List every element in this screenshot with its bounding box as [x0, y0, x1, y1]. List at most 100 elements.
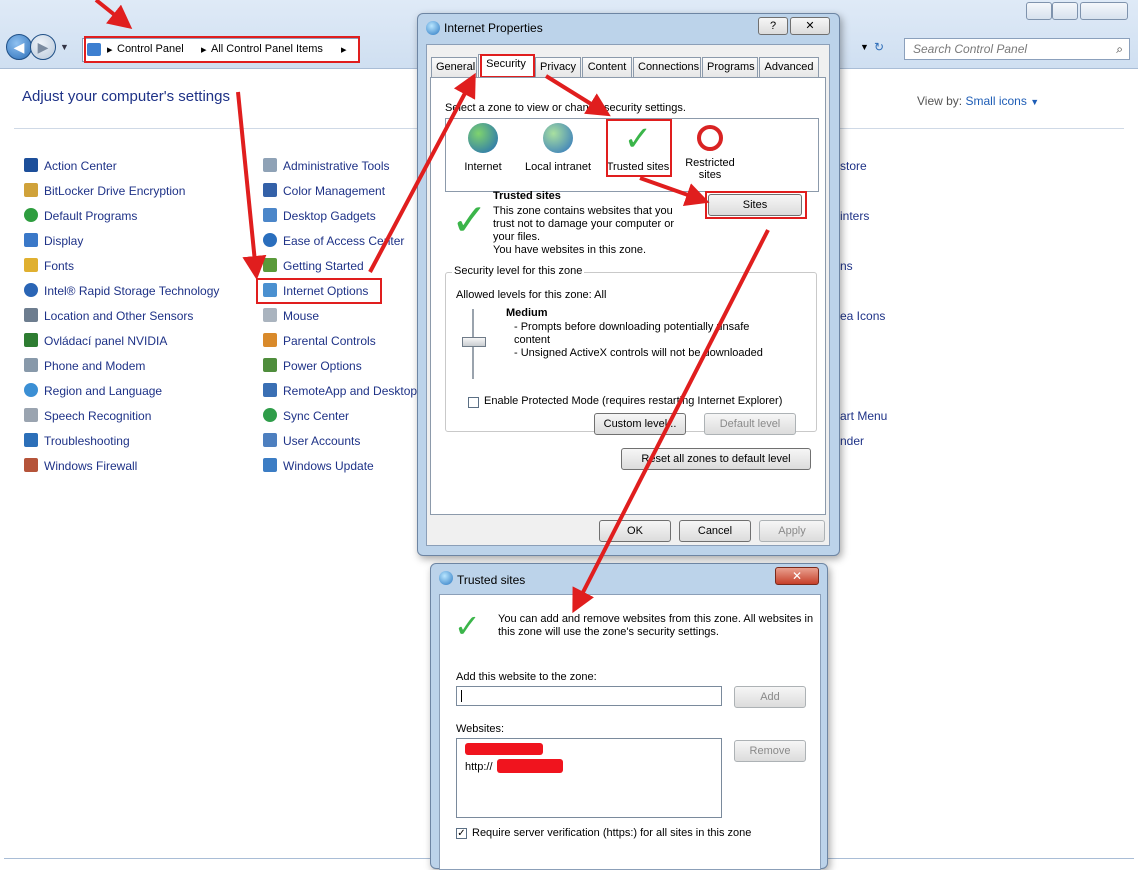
intranet-icon	[543, 123, 573, 153]
cp-item-location-sensors[interactable]: Location and Other Sensors	[24, 307, 193, 325]
restricted-icon	[697, 125, 723, 151]
tab-advanced[interactable]: Advanced	[759, 57, 819, 77]
tab-connections[interactable]: Connections	[633, 57, 701, 77]
search-placeholder: Search Control Panel	[913, 42, 1028, 56]
view-by-dropdown[interactable]: Small icons	[965, 94, 1026, 108]
lock-icon	[24, 183, 38, 197]
cp-item-troubleshooting[interactable]: Troubleshooting	[24, 432, 130, 450]
internet-properties-icon	[426, 21, 440, 35]
microphone-icon	[24, 408, 38, 422]
cp-item-power-options[interactable]: Power Options	[263, 357, 362, 375]
custom-level-button[interactable]: Custom level...	[594, 413, 686, 435]
zone-local-intranet[interactable]: Local intranet	[522, 123, 594, 185]
protected-mode-checkbox[interactable]	[468, 397, 479, 408]
accessibility-icon	[263, 233, 277, 247]
close-button[interactable]: ✕	[790, 17, 830, 35]
add-website-input[interactable]	[456, 686, 722, 706]
phone-icon	[24, 358, 38, 372]
cp-item-color-management[interactable]: Color Management	[263, 182, 385, 200]
globe-icon	[24, 383, 38, 397]
cp-item-speech[interactable]: Speech Recognition	[24, 407, 151, 425]
chevron-down-icon[interactable]: ▼	[60, 42, 69, 52]
cp-item-partial[interactable]: ea Icons	[840, 307, 885, 325]
security-tab-highlight	[480, 54, 535, 78]
intel-icon	[24, 283, 38, 297]
refresh-icon[interactable]: ↻	[874, 40, 896, 58]
reset-zones-button[interactable]: Reset all zones to default level	[621, 448, 811, 470]
cp-item-parental-controls[interactable]: Parental Controls	[263, 332, 376, 350]
monitor-icon	[24, 233, 38, 247]
cp-item-partial[interactable]: inters	[840, 207, 869, 225]
apply-button[interactable]: Apply	[759, 520, 825, 542]
zone-list[interactable]: Internet Local intranet ✓ Trusted sites …	[445, 118, 819, 192]
zone-restricted-sites[interactable]: Restricted sites	[678, 123, 742, 185]
cp-item-ease-of-access[interactable]: Ease of Access Center	[263, 232, 404, 250]
search-icon[interactable]: ⌕	[1116, 39, 1123, 59]
cp-item-sync-center[interactable]: Sync Center	[263, 407, 349, 425]
text-cursor	[461, 690, 462, 702]
close-button[interactable]	[1080, 2, 1128, 20]
internet-properties-dialog: Internet Properties ? ✕ General Security…	[417, 13, 840, 556]
cp-item-display[interactable]: Display	[24, 232, 83, 250]
cp-item-partial[interactable]: ns	[840, 257, 853, 275]
maximize-button[interactable]	[1052, 2, 1078, 20]
https-verify-checkbox[interactable]: ✓	[456, 828, 467, 839]
close-button[interactable]: ✕	[775, 567, 819, 585]
websites-label: Websites:	[456, 723, 505, 735]
firewall-icon	[24, 458, 38, 472]
internet-options-highlight	[256, 278, 382, 304]
tab-general[interactable]: General	[431, 57, 477, 77]
cp-item-getting-started[interactable]: Getting Started	[263, 257, 364, 275]
help-button[interactable]: ?	[758, 17, 788, 35]
cp-item-admin-tools[interactable]: Administrative Tools	[263, 157, 390, 175]
cp-item-intel-rst[interactable]: Intel® Rapid Storage Technology	[24, 282, 219, 300]
trusted-sites-icon	[439, 571, 453, 585]
redacted-website[interactable]	[497, 759, 563, 773]
cp-item-action-center[interactable]: Action Center	[24, 157, 117, 175]
tab-privacy[interactable]: Privacy	[535, 57, 581, 77]
cp-item-default-programs[interactable]: Default Programs	[24, 207, 137, 225]
tab-programs[interactable]: Programs	[702, 57, 758, 77]
level-description: - Prompts before downloading potentially…	[514, 321, 763, 359]
cp-item-region-language[interactable]: Region and Language	[24, 382, 162, 400]
dialog-title: Internet Properties	[444, 21, 543, 35]
cp-item-nvidia[interactable]: Ovládací panel NVIDIA	[24, 332, 167, 350]
update-icon	[263, 458, 277, 472]
search-input[interactable]: Search Control Panel ⌕	[904, 38, 1130, 60]
level-slider-thumb[interactable]	[462, 337, 486, 347]
ok-button[interactable]: OK	[599, 520, 671, 542]
cp-item-phone-modem[interactable]: Phone and Modem	[24, 357, 145, 375]
cp-item-user-accounts[interactable]: User Accounts	[263, 432, 360, 450]
zone-internet[interactable]: Internet	[458, 123, 508, 185]
cp-item-partial[interactable]: art Menu	[840, 407, 887, 425]
remove-button[interactable]: Remove	[734, 740, 806, 762]
chevron-down-icon[interactable]: ▼	[860, 42, 869, 52]
cp-item-remoteapp[interactable]: RemoteApp and Desktop	[263, 382, 417, 400]
cp-item-fonts[interactable]: Fonts	[24, 257, 74, 275]
cp-item-partial[interactable]: nder	[840, 432, 864, 450]
redacted-website[interactable]	[465, 743, 543, 755]
checkmark-icon: ✓	[454, 608, 481, 644]
cp-item-desktop-gadgets[interactable]: Desktop Gadgets	[263, 207, 376, 225]
checkmark-icon: ✓	[451, 196, 488, 245]
cancel-button[interactable]: Cancel	[679, 520, 751, 542]
level-name: Medium	[506, 307, 548, 319]
cp-item-firewall[interactable]: Windows Firewall	[24, 457, 137, 475]
website-prefix[interactable]: http://	[465, 761, 493, 773]
add-button[interactable]: Add	[734, 686, 806, 708]
forward-icon[interactable]: ▶	[30, 34, 56, 60]
security-level-label: Security level for this zone	[452, 265, 585, 277]
cp-item-windows-update[interactable]: Windows Update	[263, 457, 374, 475]
dialog-title: Trusted sites	[457, 573, 526, 587]
back-icon[interactable]: ◀	[6, 34, 32, 60]
globe-icon	[468, 123, 498, 153]
chevron-down-icon[interactable]: ▼	[1030, 97, 1039, 107]
cp-item-partial[interactable]: store	[840, 157, 867, 175]
cp-item-mouse[interactable]: Mouse	[263, 307, 319, 325]
default-level-button[interactable]: Default level	[704, 413, 796, 435]
cp-item-bitlocker[interactable]: BitLocker Drive Encryption	[24, 182, 185, 200]
minimize-button[interactable]	[1026, 2, 1052, 20]
tab-content[interactable]: Content	[582, 57, 632, 77]
websites-list[interactable]: http://	[456, 738, 722, 818]
https-verify-label: Require server verification (https:) for…	[472, 827, 752, 839]
